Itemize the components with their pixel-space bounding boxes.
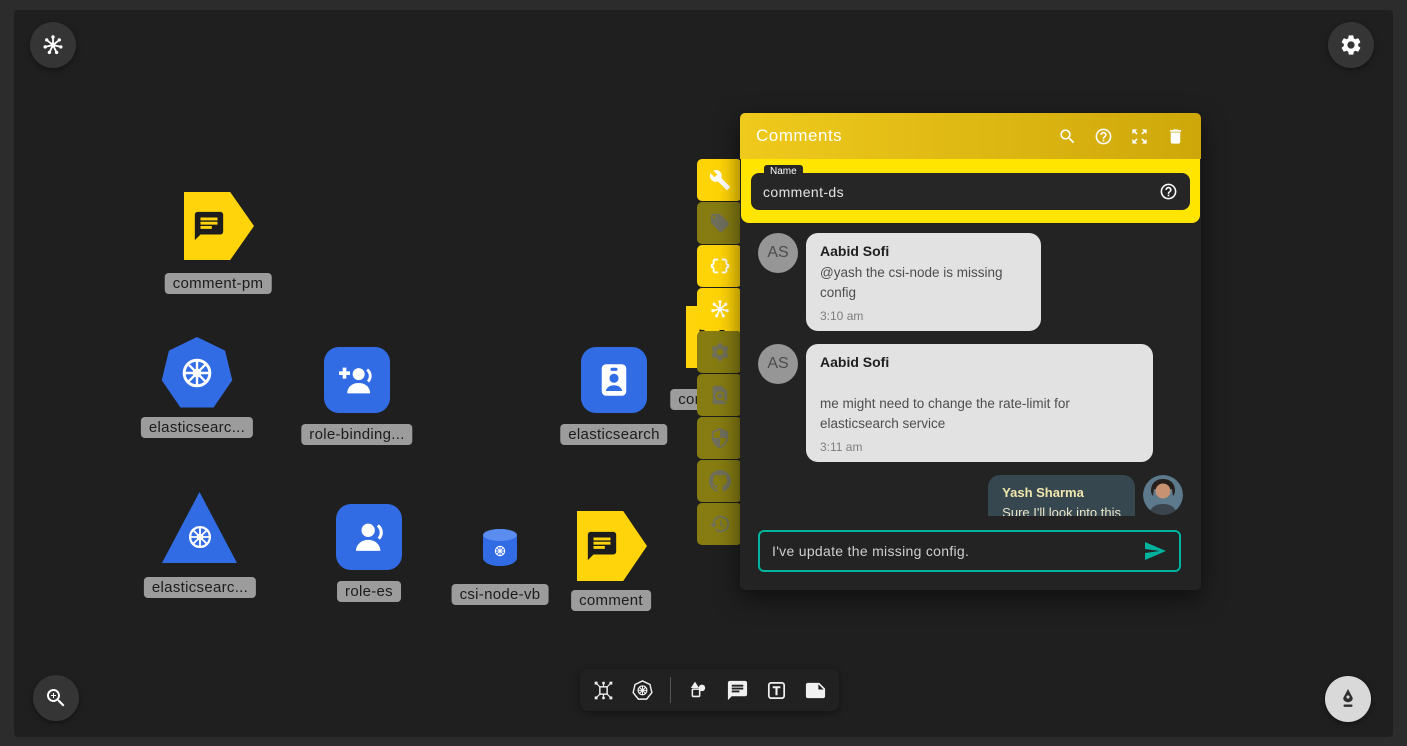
settings-tile-button[interactable] (697, 331, 742, 373)
zoom-in-icon (44, 686, 68, 710)
node-elasticsearc-1[interactable] (161, 337, 233, 409)
add-user-icon (337, 360, 377, 400)
panel-title: Comments (756, 126, 842, 146)
history-icon (709, 513, 731, 535)
github-button[interactable] (697, 460, 742, 502)
gear-icon (709, 341, 731, 363)
node-action-toolbar (697, 159, 742, 545)
node-label-csi-node-vb[interactable]: csi-node-vb (452, 584, 549, 605)
search-icon[interactable] (1058, 127, 1077, 146)
settings-button[interactable] (1328, 22, 1374, 68)
avatar-photo (1143, 475, 1183, 515)
message-text: me might need to change the rate-limit f… (820, 394, 1139, 433)
message-list[interactable]: AS Aabid Sofi @yash the csi-node is miss… (740, 223, 1201, 516)
avatar: AS (758, 344, 798, 384)
node-label-role-es[interactable]: role-es (337, 581, 401, 602)
send-icon[interactable] (1143, 539, 1167, 563)
name-section: Name (741, 159, 1200, 223)
github-icon (709, 470, 731, 492)
shapes-icon[interactable] (687, 679, 710, 702)
history-button[interactable] (697, 503, 742, 545)
user-icon (349, 517, 389, 557)
message-author: Yash Sharma (1002, 485, 1121, 500)
tag-button[interactable] (697, 202, 742, 244)
help-icon[interactable] (1094, 127, 1113, 146)
message-time: 3:10 am (820, 309, 1027, 323)
flower-icon (709, 298, 731, 320)
avatar: AS (758, 233, 798, 273)
kubernetes-wheel-icon (175, 351, 219, 395)
doc-search-icon (709, 384, 731, 406)
cylinder-lid (483, 529, 517, 541)
kanvas-button[interactable] (697, 288, 742, 330)
name-field-label: Name (764, 165, 803, 178)
kubernetes-wheel-icon (183, 520, 217, 554)
app-menu-button[interactable] (30, 22, 76, 68)
toolbar-divider (670, 677, 671, 703)
id-badge-icon (593, 359, 635, 401)
name-input[interactable] (763, 184, 1159, 200)
message-text: @yash the csi-node is missing config (820, 263, 1027, 302)
shield-icon (709, 427, 731, 449)
comments-panel: Comments Name AS Aabid Sofi @yash the cs… (740, 113, 1201, 590)
message: Yash Sharma Sure I'll look into this 3:2… (758, 475, 1183, 516)
expand-icon[interactable] (1130, 127, 1149, 146)
message-time: 3:11 am (820, 440, 1139, 454)
node-elasticsearc-2[interactable] (162, 492, 237, 563)
delete-icon[interactable] (1166, 127, 1185, 146)
pen-icon (1336, 687, 1360, 711)
circuit-icon[interactable] (592, 679, 615, 702)
node-label-comment[interactable]: comment (571, 590, 651, 611)
node-comment-pm[interactable] (184, 192, 254, 260)
inspect-doc-button[interactable] (697, 374, 742, 416)
settings-icon (1339, 33, 1363, 57)
comment-icon (192, 209, 226, 243)
help-icon[interactable] (1159, 182, 1178, 201)
message-author: Aabid Sofi (820, 243, 1027, 259)
braces-icon (709, 255, 731, 277)
node-label-comment-pm[interactable]: comment-pm (165, 273, 272, 294)
message: AS Aabid Sofi me might need to change th… (758, 344, 1183, 462)
node-role-es[interactable] (336, 504, 402, 570)
configure-button[interactable] (697, 159, 742, 201)
message-text: Sure I'll look into this (1002, 504, 1121, 516)
node-csi-node-vb[interactable] (483, 529, 517, 566)
node-label-elasticsearc-1[interactable]: elasticsearc... (141, 417, 253, 438)
node-comment[interactable] (577, 511, 647, 581)
text-icon[interactable] (765, 679, 788, 702)
comment-icon[interactable] (726, 679, 749, 702)
zoom-in-button[interactable] (33, 675, 79, 721)
wrench-icon (709, 169, 731, 191)
message: AS Aabid Sofi @yash the csi-node is miss… (758, 233, 1183, 331)
flower-icon (41, 33, 65, 57)
shape-toolbar (580, 669, 839, 711)
node-role-binding[interactable] (324, 347, 390, 413)
chat-input-row (740, 516, 1201, 590)
comment-input[interactable] (772, 543, 1143, 559)
kubernetes-wheel-icon (492, 543, 508, 559)
comments-panel-header[interactable]: Comments (740, 113, 1201, 159)
comment-icon (585, 529, 619, 563)
node-label-role-binding[interactable]: role-binding... (301, 424, 412, 445)
kubernetes-icon[interactable] (631, 679, 654, 702)
message-author: Aabid Sofi (820, 354, 1139, 370)
node-label-elasticsearch[interactable]: elasticsearch (560, 424, 667, 445)
tag-icon (709, 212, 731, 234)
pen-tool-button[interactable] (1325, 676, 1371, 722)
note-icon[interactable] (804, 679, 827, 702)
node-elasticsearch[interactable] (581, 347, 647, 413)
node-label-elasticsearc-2[interactable]: elasticsearc... (144, 577, 256, 598)
security-button[interactable] (697, 417, 742, 459)
json-button[interactable] (697, 245, 742, 287)
